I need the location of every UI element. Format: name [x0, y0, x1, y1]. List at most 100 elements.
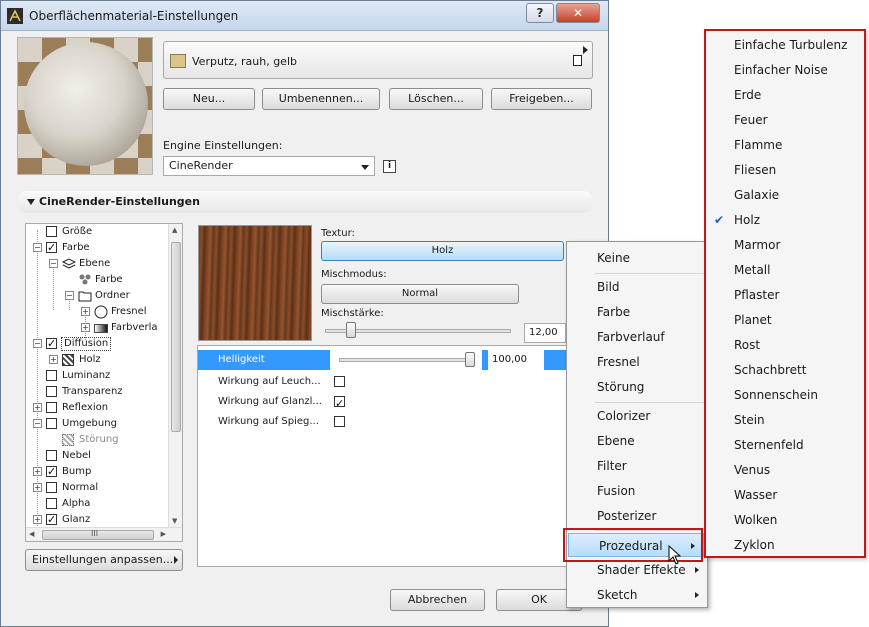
menu-item-colorizer[interactable]: Colorizer [567, 404, 707, 428]
checkbox-luminanz[interactable] [46, 370, 57, 381]
texture-button[interactable]: Holz [321, 241, 564, 261]
checkbox-reflexion[interactable] [46, 402, 57, 413]
menu-item-zyklon[interactable]: Zyklon [706, 533, 864, 558]
menu-item-pflaster[interactable]: Pflaster [706, 283, 864, 308]
checkbox-leucht[interactable] [334, 376, 345, 387]
collapse-triangle-icon [27, 199, 35, 205]
customize-settings-button[interactable]: Einstellungen anpassen... [25, 549, 183, 571]
new-button[interactable]: Neu... [163, 88, 255, 110]
menu-item-sonnenschein[interactable]: Sonnenschein [706, 383, 864, 408]
menu-item-sternenfeld[interactable]: Sternenfeld [706, 433, 864, 458]
checkbox-glanzl[interactable] [334, 394, 345, 414]
menu-item-flamme[interactable]: Flamme [706, 133, 864, 158]
expander-diffusion[interactable]: − [33, 339, 42, 348]
brightness-track[interactable] [339, 358, 475, 362]
tree-vscroll-thumb[interactable] [171, 242, 181, 432]
checkbox-normal[interactable] [46, 482, 57, 493]
menu-item-planet[interactable]: Planet [706, 308, 864, 333]
menu-item-wolken[interactable]: Wolken [706, 508, 864, 533]
menu-item-farbe[interactable]: Farbe [567, 300, 707, 324]
menu-item-holz[interactable]: ✔ Holz [706, 208, 864, 233]
checkbox-umgebung[interactable] [46, 418, 57, 429]
menu-separator [595, 402, 705, 403]
engine-dropdown[interactable]: CineRender [163, 156, 375, 176]
checkbox-farbe[interactable] [46, 240, 57, 256]
expander-fresnel[interactable]: + [81, 307, 90, 316]
checkbox-alpha[interactable] [46, 498, 57, 509]
brightness-field[interactable]: 100,00 [488, 350, 544, 370]
menu-item-stein[interactable]: Stein [706, 408, 864, 433]
menu-item-filter[interactable]: Filter [567, 454, 707, 478]
expander-ordner[interactable]: − [65, 291, 74, 300]
expander-reflexion[interactable]: + [33, 403, 42, 412]
menu-item-einfache-turbulenz[interactable]: Einfache Turbulenz [706, 33, 864, 58]
expander-umgebung[interactable]: − [33, 419, 42, 428]
menu-item-marmor[interactable]: Marmor [706, 233, 864, 258]
menu-item-feuer[interactable]: Feuer [706, 108, 864, 133]
checkbox-nebel[interactable] [46, 450, 57, 461]
property-row-spieg[interactable]: Wirkung auf Spieg... [198, 412, 574, 432]
submenu-arrow-icon [695, 592, 699, 598]
menu-item-keine[interactable]: Keine [567, 246, 707, 270]
menu-item-einfacher-noise[interactable]: Einfacher Noise [706, 58, 864, 83]
checkbox-glanz[interactable] [46, 512, 57, 528]
material-swatch [170, 54, 186, 68]
menu-item-metall[interactable]: Metall [706, 258, 864, 283]
scroll-up-icon[interactable]: ▲ [172, 226, 177, 234]
property-row-helligkeit[interactable]: Helligkeit 100,00 [198, 350, 574, 370]
menu-item-erde[interactable]: Erde [706, 83, 864, 108]
checkbox-diffusion[interactable] [46, 336, 57, 352]
section-header[interactable]: CineRender-Einstellungen [17, 191, 593, 213]
menu-item-farbverlauf[interactable]: Farbverlauf [567, 325, 707, 349]
expander-normal[interactable]: + [33, 483, 42, 492]
checkbox-spieg[interactable] [334, 416, 345, 427]
close-button[interactable]: ✕ [556, 3, 600, 23]
mix-strength-slider-thumb[interactable] [346, 322, 357, 338]
checkbox-transparenz[interactable] [46, 386, 57, 397]
property-label: Wirkung auf Spieg... [218, 416, 319, 427]
property-row-leucht[interactable]: Wirkung auf Leuch... [198, 372, 574, 392]
expander-bump[interactable]: + [33, 467, 42, 476]
help-button[interactable]: ? [526, 3, 554, 23]
menu-item-rost[interactable]: Rost [706, 333, 864, 358]
grip-mark: III [91, 529, 99, 538]
menu-item-fusion[interactable]: Fusion [567, 479, 707, 503]
menu-item-sketch[interactable]: Sketch [567, 583, 707, 607]
tree-horizontal-scrollbar[interactable]: ◀ III ▶ [26, 527, 182, 541]
expander-holz[interactable]: + [49, 355, 58, 364]
checkmark-icon: ✔ [714, 213, 725, 227]
menu-item-stoerung[interactable]: Störung [567, 375, 707, 399]
info-icon[interactable]: i [383, 160, 396, 173]
checkbox-groesse[interactable] [46, 226, 57, 237]
share-button[interactable]: Freigeben... [491, 88, 592, 110]
menu-item-galaxie[interactable]: Galaxie [706, 183, 864, 208]
menu-item-wasser[interactable]: Wasser [706, 483, 864, 508]
menu-item-fresnel[interactable]: Fresnel [567, 350, 707, 374]
cancel-button[interactable]: Abbrechen [390, 589, 485, 611]
brightness-slider-thumb[interactable] [465, 352, 475, 367]
expander-farbverlauf[interactable]: + [81, 323, 90, 332]
menu-item-posterizer[interactable]: Posterizer [567, 504, 707, 528]
menu-item-bild[interactable]: Bild [567, 275, 707, 299]
delete-button[interactable]: Löschen... [389, 88, 483, 110]
property-row-glanzl[interactable]: Wirkung auf Glanzl... [198, 392, 574, 414]
menu-item-schachbrett[interactable]: Schachbrett [706, 358, 864, 383]
tree-hscroll-thumb[interactable]: III [42, 529, 154, 540]
menu-item-venus[interactable]: Venus [706, 458, 864, 483]
checkbox-bump[interactable] [46, 464, 57, 480]
rename-button[interactable]: Umbenennen... [262, 88, 380, 110]
tree-vertical-scrollbar[interactable]: ▲ ▼ [168, 224, 182, 527]
expander-ebene[interactable]: − [49, 259, 58, 268]
menu-item-ebene[interactable]: Ebene [567, 429, 707, 453]
scroll-down-icon[interactable]: ▼ [172, 517, 177, 525]
scroll-right-icon[interactable]: ▶ [161, 530, 166, 538]
expander-farbe[interactable]: − [33, 243, 42, 252]
mix-strength-field[interactable]: 12,00 [524, 323, 566, 343]
scroll-left-icon[interactable]: ◀ [29, 530, 34, 538]
mix-mode-button[interactable]: Normal [321, 284, 519, 304]
customize-label: Einstellungen anpassen... [32, 553, 174, 566]
material-selector[interactable]: Verputz, rauh, gelb [163, 41, 593, 79]
menu-item-fliesen[interactable]: Fliesen [706, 158, 864, 183]
expander-glanz[interactable]: + [33, 515, 42, 524]
title-bar[interactable]: Oberflächenmaterial-Einstellungen ? ✕ [1, 1, 608, 31]
